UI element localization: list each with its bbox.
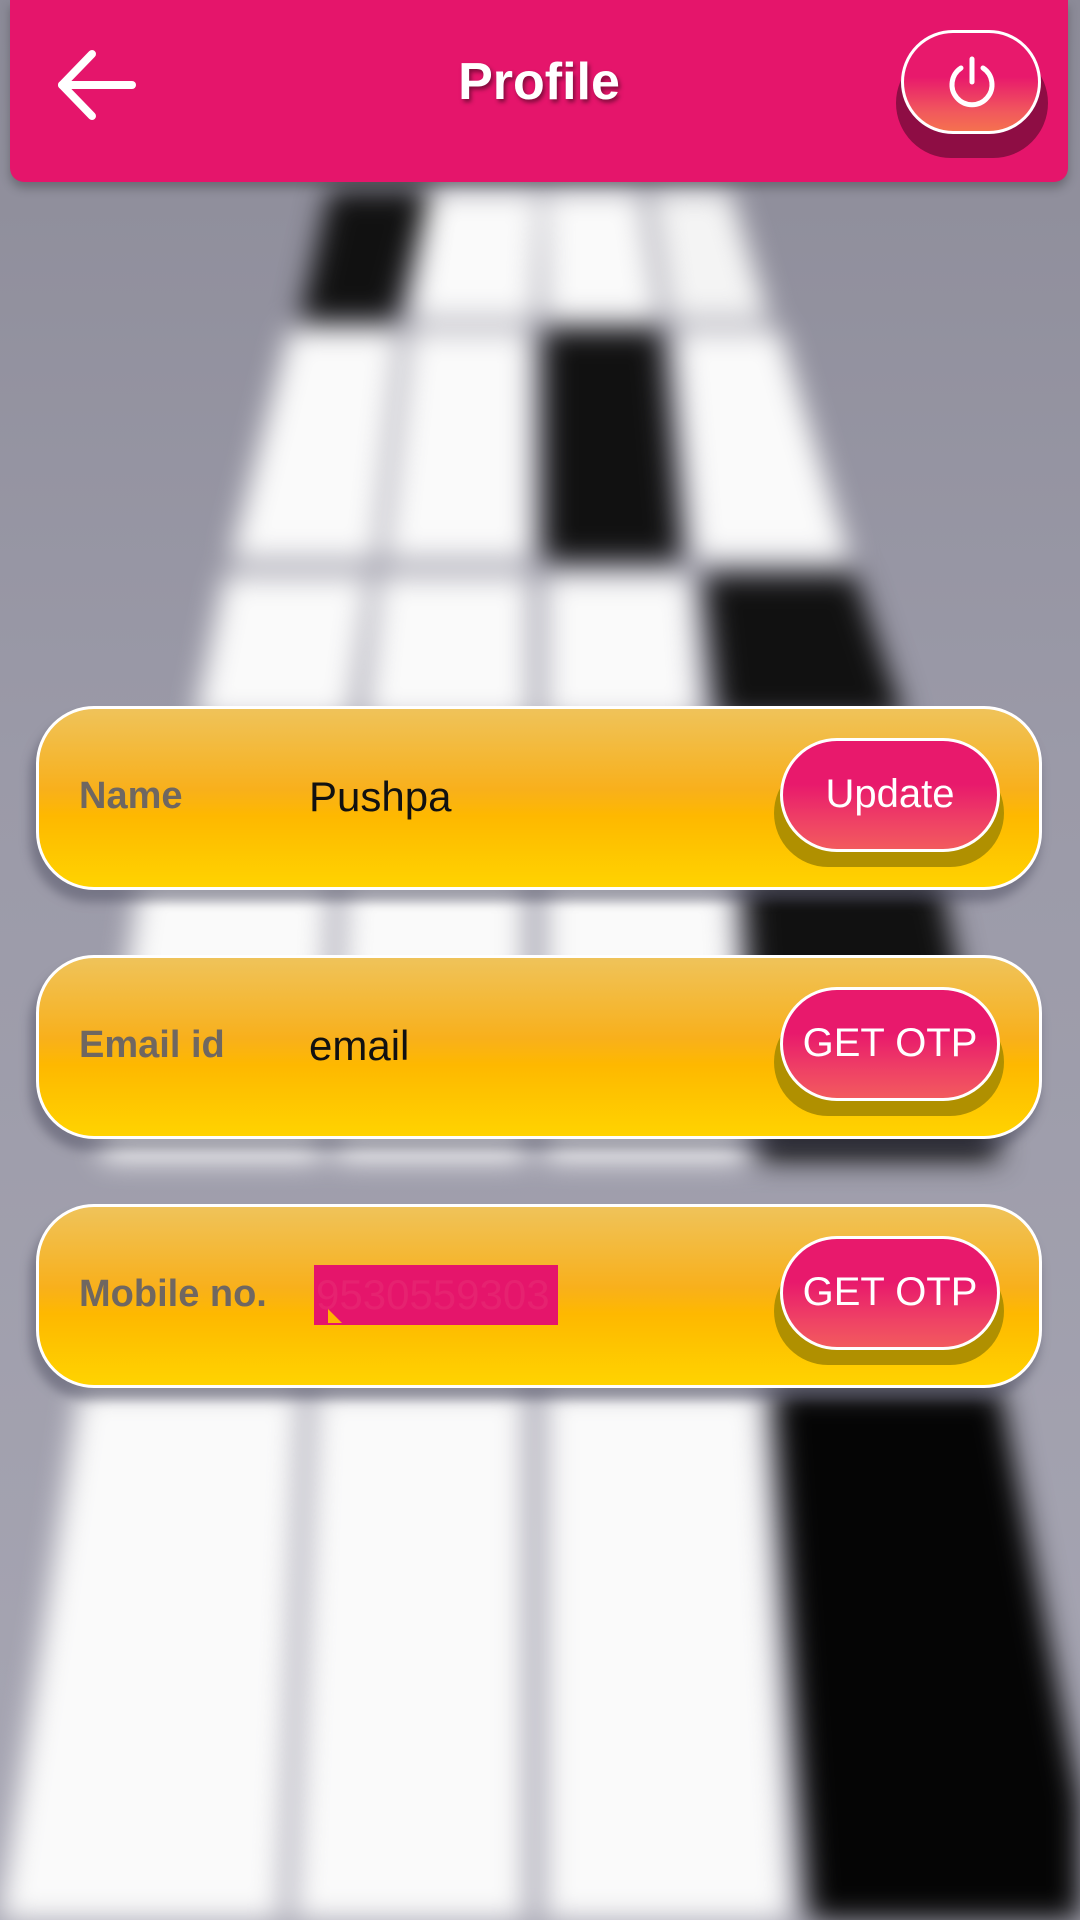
- redaction-corner: [328, 1309, 342, 1323]
- name-label: Name: [79, 775, 183, 817]
- email-get-otp-button[interactable]: GET OTP: [780, 987, 1000, 1101]
- logout-button[interactable]: [901, 30, 1041, 134]
- name-value: Pushpa: [309, 773, 452, 820]
- email-card: Email id email GET OTP: [36, 955, 1042, 1139]
- mobile-card: Mobile no. 9530559303 GET OTP: [36, 1204, 1042, 1388]
- mobile-value-redaction: 9530559303: [314, 1265, 558, 1325]
- email-value: email: [309, 1022, 410, 1069]
- power-icon: [949, 56, 995, 108]
- mobile-get-otp-button[interactable]: GET OTP: [780, 1236, 1000, 1350]
- mobile-label: Mobile no.: [79, 1273, 267, 1315]
- email-label: Email id: [79, 1024, 225, 1066]
- update-name-button[interactable]: Update: [780, 738, 1000, 852]
- mobile-value: 9530559303: [316, 1271, 550, 1318]
- name-card: Name Pushpa Update: [36, 706, 1042, 890]
